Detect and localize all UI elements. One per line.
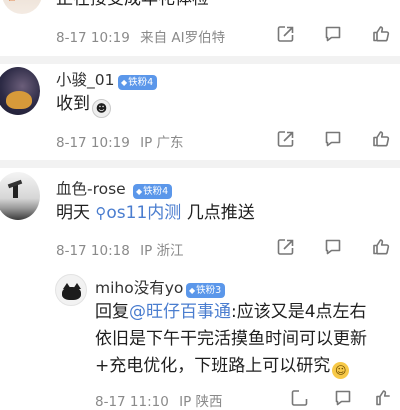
- comment-icon[interactable]: [323, 24, 343, 44]
- comment-icon[interactable]: [333, 388, 353, 408]
- timestamp: 8-17 10:18: [56, 243, 130, 259]
- avatar[interactable]: [55, 274, 87, 306]
- like-icon[interactable]: [371, 24, 391, 44]
- search-icon: ⚲: [95, 204, 107, 222]
- share-icon[interactable]: [276, 129, 296, 149]
- comment-icon[interactable]: [323, 237, 343, 257]
- ip-location: IP 广东: [140, 135, 184, 151]
- ip-location: IP 浙江: [140, 243, 184, 259]
- username[interactable]: 小骏_01: [56, 68, 114, 90]
- timestamp: 8-17 10:19: [56, 30, 130, 46]
- search-topic-label: os11内测: [106, 203, 182, 223]
- comment-text-end: 几点推送: [181, 203, 255, 223]
- smile-emoji-icon: ☺: [332, 362, 350, 379]
- divider: [0, 56, 400, 64]
- divider: [0, 160, 400, 168]
- comment-text-body: 收到: [56, 94, 90, 114]
- avatar-cat-ear: [73, 283, 81, 289]
- comment-meta: 8-17 10:18 IP 浙江: [56, 239, 184, 259]
- reply-text-line3: +充电优化，下班路上可以研究 ☺: [95, 354, 350, 379]
- share-icon[interactable]: [290, 388, 310, 408]
- reply-text-line1: 回复@旺仔百事通:应该又是4点左右: [95, 300, 367, 324]
- comment-meta: 8-17 10:19 IP 广东: [56, 131, 184, 151]
- like-icon[interactable]: [371, 129, 391, 149]
- timestamp: 8-17 10:19: [56, 135, 130, 151]
- avatar-cat-ear: [63, 283, 71, 289]
- fan-badge: ◆铁粉4: [118, 70, 158, 90]
- reply-prefix: 回复: [95, 302, 129, 322]
- fan-badge-label: 铁粉4: [128, 77, 154, 88]
- post-text: 正在接受成年礼体检: [56, 0, 209, 11]
- comment-text: 明天 ⚲os11内测 几点推送: [56, 201, 255, 225]
- reply-text-line3-body: +充电优化，下班路上可以研究: [95, 356, 331, 376]
- ip-location: IP 陕西: [179, 394, 223, 410]
- avatar-logo: ♛: [6, 0, 18, 5]
- like-icon[interactable]: [374, 388, 394, 408]
- like-icon[interactable]: [371, 237, 391, 257]
- avatar[interactable]: [0, 172, 40, 220]
- fan-badge-label: 铁粉4: [143, 186, 169, 197]
- search-topic-link[interactable]: ⚲os11内测: [95, 203, 181, 223]
- fan-badge-label: 铁粉3: [196, 285, 222, 296]
- mention-link[interactable]: @旺仔百事通: [129, 302, 231, 322]
- comment-text: 收到 ☻: [56, 92, 111, 118]
- reply-text-line2: 依旧是下午干完活摸鱼时间可以更新: [95, 329, 367, 349]
- emoji-icon: ☻: [92, 99, 111, 118]
- source-label: 来自 AI罗伯特: [140, 30, 226, 46]
- comment-text-start: 明天: [56, 203, 96, 223]
- share-icon[interactable]: [276, 24, 296, 44]
- post-meta: 8-17 10:19 来自 AI罗伯特: [56, 26, 225, 46]
- avatar[interactable]: [0, 67, 40, 115]
- avatar[interactable]: ♛: [2, 0, 42, 14]
- username[interactable]: 血色-rose: [56, 177, 126, 199]
- timestamp: 8-17 11:10: [95, 394, 169, 410]
- username[interactable]: miho没有yo: [95, 276, 183, 298]
- reply-meta: 8-17 11:10 IP 陕西: [95, 390, 223, 410]
- comment-icon[interactable]: [323, 129, 343, 149]
- share-icon[interactable]: [276, 237, 296, 257]
- fan-badge: ◆铁粉4: [133, 179, 173, 199]
- reply-text-rest: :应该又是4点左右: [231, 302, 367, 322]
- avatar-figure: [6, 91, 32, 109]
- fan-badge: ◆铁粉3: [186, 278, 226, 298]
